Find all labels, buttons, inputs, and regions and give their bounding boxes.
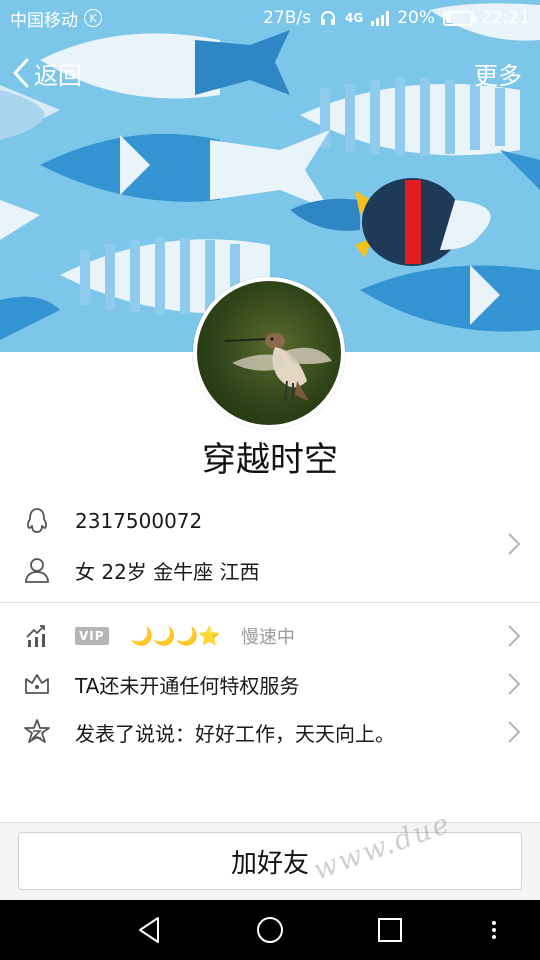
bottom-action-bar: 加好友 [0, 822, 540, 900]
more-label: 更多 [474, 61, 522, 90]
status-bar: 中国移动 K 27B/s 4G 20% 22:21 [0, 0, 540, 36]
star-z-icon [22, 717, 52, 747]
carrier-name: 中国移动 [10, 10, 78, 31]
vip-level-row[interactable]: VIP 🌙🌙🌙⭐ 慢速中 [0, 612, 540, 660]
home-circle-icon[interactable] [254, 914, 286, 946]
section-divider [0, 602, 540, 603]
profile-details: 女 22岁 金牛座 江西 [75, 559, 260, 584]
recent-apps-icon[interactable] [374, 914, 406, 946]
chevron-right-icon[interactable] [506, 720, 522, 744]
vip-badge: VIP [75, 627, 109, 646]
latest-post-row[interactable]: 发表了说说：好好工作，天天向上。 [0, 708, 540, 756]
profile-details-row[interactable]: 女 22岁 金牛座 江西 [0, 546, 540, 594]
signal-strength-icon [371, 10, 390, 26]
qq-number-row[interactable]: 2317500072 [0, 497, 540, 545]
network-speed: 27B/s [263, 8, 311, 28]
more-button[interactable]: 更多 [474, 50, 522, 96]
add-friend-button[interactable]: 加好友 [18, 832, 522, 890]
back-button[interactable]: 返回 [12, 50, 82, 96]
privilege-row[interactable]: TA还未开通任何特权服务 [0, 660, 540, 708]
system-nav-bar [0, 900, 540, 960]
level-chart-icon [22, 621, 52, 651]
network-type-label: 4G [345, 11, 364, 25]
avatar[interactable] [193, 277, 345, 429]
avatar-image [197, 281, 341, 425]
chevron-left-icon [13, 58, 29, 88]
headphones-icon [321, 11, 335, 25]
menu-dots-icon[interactable] [478, 914, 510, 946]
battery-percent: 20% [397, 8, 435, 28]
top-nav-bar: 返回 更多 [0, 50, 540, 96]
person-icon [22, 555, 52, 585]
profile-nickname: 穿越时空 [202, 440, 338, 480]
back-triangle-icon[interactable] [134, 914, 166, 946]
level-moons-icon: 🌙🌙🌙⭐ [130, 625, 221, 647]
clock-time: 22:21 [481, 8, 530, 28]
latest-post-text: 发表了说说：好好工作，天天向上。 [75, 721, 395, 746]
chevron-right-icon[interactable] [506, 532, 522, 556]
privilege-text: TA还未开通任何特权服务 [75, 673, 300, 698]
qq-number: 2317500072 [75, 509, 203, 533]
crown-icon [22, 669, 52, 699]
carrier-badge-icon: K [84, 9, 102, 27]
penguin-icon [22, 506, 52, 536]
back-label: 返回 [34, 61, 82, 90]
vip-level-info: VIP 🌙🌙🌙⭐ 慢速中 [75, 623, 295, 650]
hummingbird-image [224, 333, 332, 402]
chevron-right-icon[interactable] [506, 672, 522, 696]
battery-icon [443, 10, 476, 26]
vip-status: 慢速中 [240, 627, 295, 649]
chevron-right-icon[interactable] [506, 624, 522, 648]
